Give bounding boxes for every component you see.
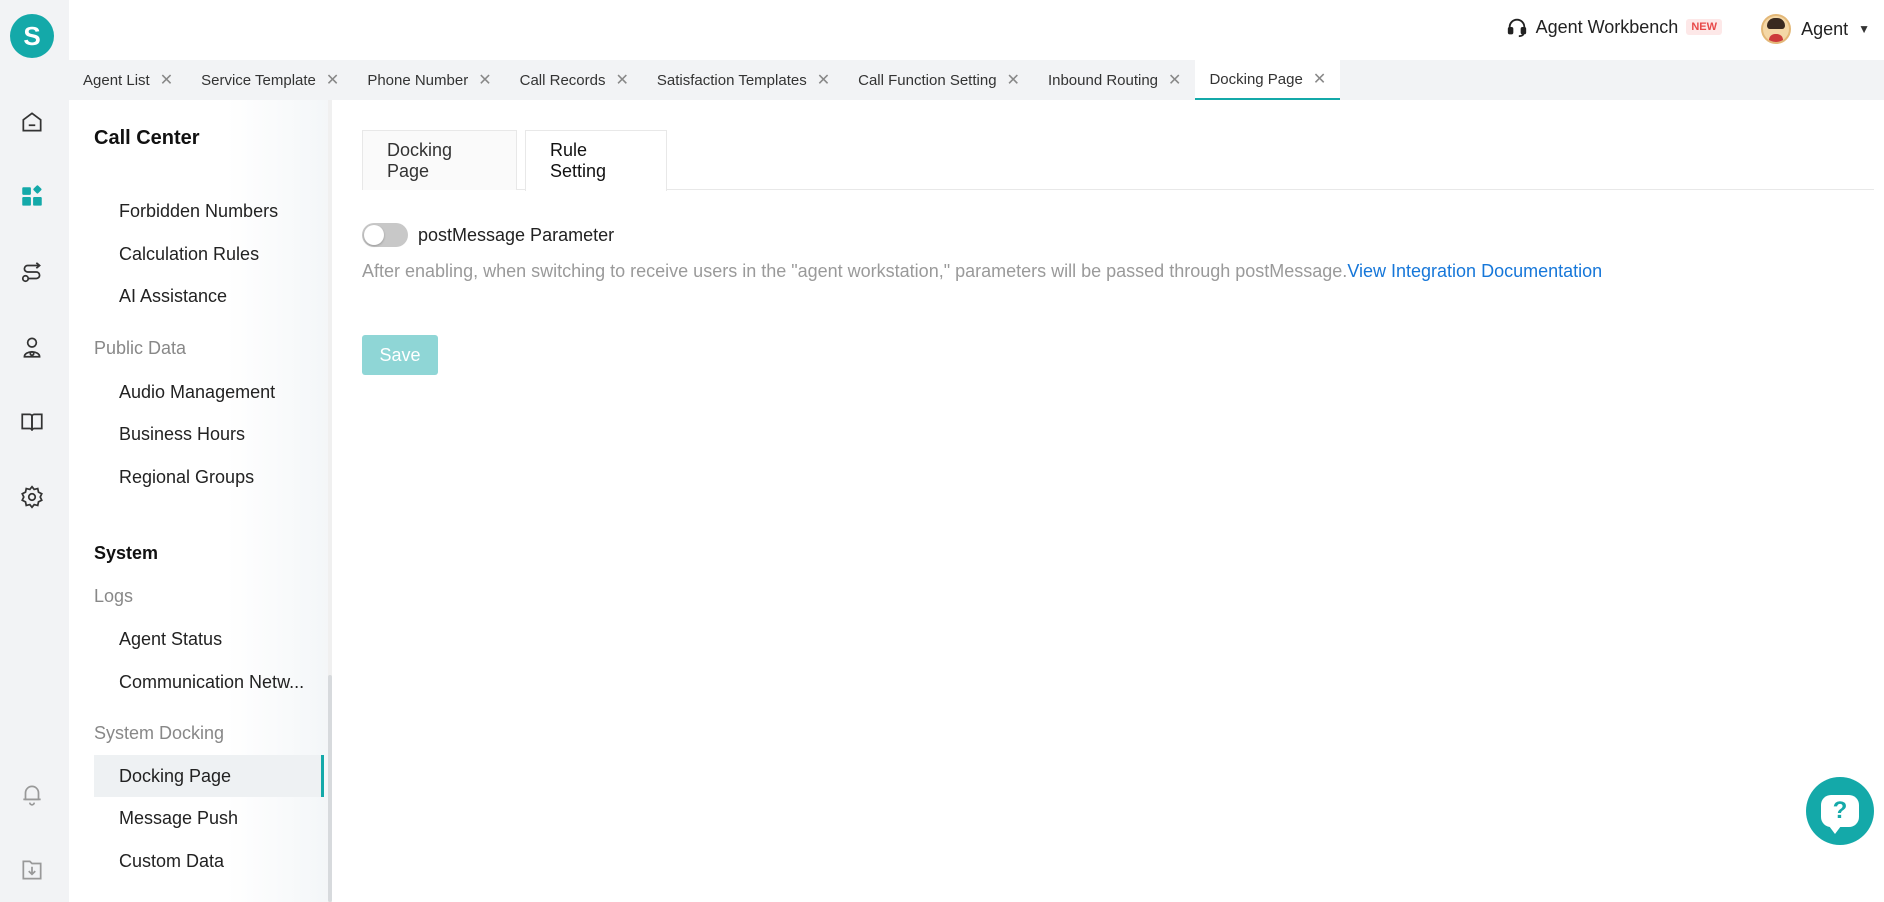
tab-docking-page-inner[interactable]: Docking Page bbox=[362, 130, 517, 190]
caret-down-icon: ▼ bbox=[1858, 22, 1870, 36]
group-logs: Logs bbox=[94, 586, 134, 606]
nav-item-message-push[interactable]: Message Push bbox=[94, 797, 324, 839]
close-icon[interactable]: ✕ bbox=[1168, 70, 1181, 90]
tab-label: Call Records bbox=[519, 71, 606, 89]
nav-item-regional-groups[interactable]: Regional Groups bbox=[94, 456, 324, 498]
nav-item-communication-network[interactable]: Communication Netw... bbox=[94, 661, 324, 703]
tab-phone-number[interactable]: Phone Number ✕ bbox=[353, 60, 505, 100]
settings-icon[interactable] bbox=[18, 483, 46, 511]
toggle-knob bbox=[364, 225, 384, 245]
secondary-sidebar: Call Center Forbidden Numbers Calculatio… bbox=[69, 100, 332, 902]
avatar bbox=[1761, 14, 1792, 44]
nav-item-ai-assistance[interactable]: AI Assistance bbox=[94, 275, 324, 317]
postmessage-setting: postMessage Parameter bbox=[362, 223, 614, 247]
section-title-call-center: Call Center bbox=[94, 127, 200, 149]
nav-item-agent-status[interactable]: Agent Status bbox=[94, 618, 324, 660]
nav-item-audio-management[interactable]: Audio Management bbox=[94, 371, 324, 413]
tab-label: Service Template bbox=[201, 71, 316, 89]
help-button[interactable]: ? bbox=[1806, 777, 1874, 845]
group-public-data: Public Data bbox=[94, 338, 187, 358]
nav-item-custom-data[interactable]: Custom Data bbox=[94, 840, 324, 882]
close-icon[interactable]: ✕ bbox=[326, 70, 339, 90]
tab-call-records[interactable]: Call Records ✕ bbox=[506, 60, 643, 100]
tab-docking-page[interactable]: Docking Page ✕ bbox=[1195, 60, 1341, 100]
tab-call-function-setting[interactable]: Call Function Setting ✕ bbox=[844, 60, 1034, 100]
icon-rail: S bbox=[0, 0, 69, 902]
user-name: Agent bbox=[1801, 18, 1849, 39]
tab-satisfaction-templates[interactable]: Satisfaction Templates ✕ bbox=[643, 60, 844, 100]
apps-icon[interactable] bbox=[18, 183, 46, 211]
nav-item-calculation-rules[interactable]: Calculation Rules bbox=[94, 233, 324, 275]
agent-icon[interactable] bbox=[18, 333, 46, 361]
page-tabs: Agent List ✕ Service Template ✕ Phone Numb… bbox=[69, 60, 1884, 100]
nav-item-docking-page[interactable]: Docking Page bbox=[94, 755, 324, 797]
new-badge: NEW bbox=[1686, 19, 1722, 35]
app-logo[interactable]: S bbox=[10, 14, 54, 58]
save-button[interactable]: Save bbox=[362, 335, 438, 375]
close-icon[interactable]: ✕ bbox=[1007, 70, 1020, 90]
tab-rule-setting[interactable]: Rule Setting bbox=[525, 130, 667, 191]
tab-label: Call Function Setting bbox=[858, 71, 997, 89]
routing-icon[interactable] bbox=[18, 258, 46, 286]
postmessage-toggle[interactable] bbox=[362, 223, 408, 247]
agent-workbench-link[interactable]: Agent Workbench NEW bbox=[1506, 16, 1722, 38]
download-icon[interactable] bbox=[18, 856, 46, 884]
tab-label: Agent List bbox=[83, 71, 150, 89]
home-icon[interactable] bbox=[18, 108, 46, 136]
workbench-label: Agent Workbench bbox=[1535, 16, 1679, 37]
bell-icon[interactable] bbox=[18, 780, 46, 808]
top-header: Agent Workbench NEW Agent ▼ bbox=[69, 0, 1884, 60]
integration-doc-link[interactable]: View Integration Documentation bbox=[1347, 261, 1602, 281]
inner-tabs: Docking Page Rule Setting bbox=[362, 130, 1874, 191]
tab-label: Satisfaction Templates bbox=[656, 71, 807, 89]
tab-inbound-routing[interactable]: Inbound Routing ✕ bbox=[1034, 60, 1196, 100]
user-menu[interactable]: Agent ▼ bbox=[1761, 14, 1870, 44]
nav-item-business-hours[interactable]: Business Hours bbox=[94, 413, 324, 455]
tab-label: Inbound Routing bbox=[1047, 71, 1159, 89]
close-icon[interactable]: ✕ bbox=[616, 70, 629, 90]
nav-item-forbidden-numbers[interactable]: Forbidden Numbers bbox=[94, 190, 324, 232]
close-icon[interactable]: ✕ bbox=[478, 70, 491, 90]
tab-agent-list[interactable]: Agent List ✕ bbox=[69, 60, 187, 100]
tab-label: Phone Number bbox=[367, 71, 469, 89]
setting-description: After enabling, when switching to receiv… bbox=[362, 261, 1602, 282]
main-content: Docking Page Rule Setting postMessage Pa… bbox=[332, 100, 1884, 902]
close-icon[interactable]: ✕ bbox=[160, 70, 173, 90]
description-text: After enabling, when switching to receiv… bbox=[362, 261, 1348, 281]
close-icon[interactable]: ✕ bbox=[817, 70, 830, 90]
headset-icon bbox=[1507, 18, 1526, 38]
group-system-docking: System Docking bbox=[94, 723, 225, 743]
toggle-label: postMessage Parameter bbox=[418, 224, 615, 245]
tab-label: Docking Page bbox=[1209, 70, 1303, 88]
tab-service-template[interactable]: Service Template ✕ bbox=[187, 60, 353, 100]
book-icon[interactable] bbox=[18, 408, 46, 436]
close-icon[interactable]: ✕ bbox=[1313, 69, 1326, 89]
section-title-system: System bbox=[94, 543, 159, 563]
help-chat-icon: ? bbox=[1821, 795, 1859, 834]
